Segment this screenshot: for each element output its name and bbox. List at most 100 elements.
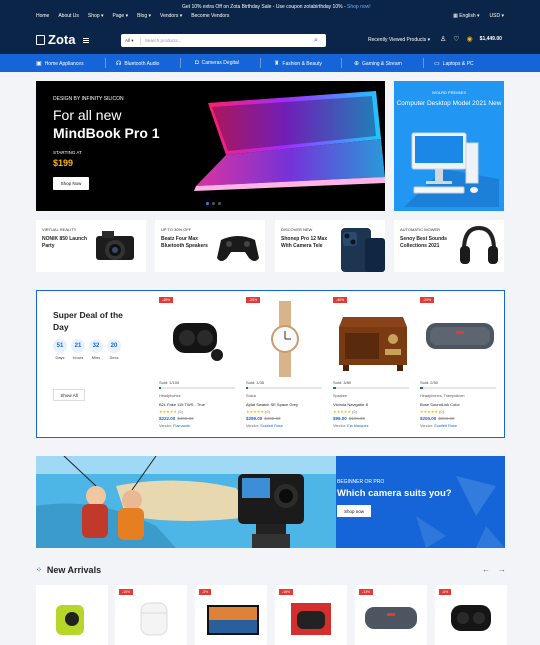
product-card[interactable]: -13%	[355, 585, 427, 645]
deal-product[interactable]: -45% Sold: 1/100 Headphones B2L Fake 115…	[157, 295, 239, 435]
rating-count: (0)	[352, 409, 357, 414]
wishlist-icon[interactable]: ♡	[453, 35, 459, 43]
laptop-icon: ▭	[434, 61, 440, 67]
camera-banner[interactable]: BEGINNER OR PRO Which camera suits you? …	[36, 456, 505, 548]
search-icon[interactable]: ⌕	[314, 37, 326, 45]
nav-page[interactable]: Page ▾	[113, 13, 129, 19]
vendor-link[interactable]: Ela Marquez	[347, 424, 368, 428]
currency-select[interactable]: USD ▾	[490, 13, 504, 19]
category-cameras[interactable]: ◘ Cameras Degital	[195, 60, 239, 66]
deal-product[interactable]: -20% Sold: 2/50 Headphones, Trampolinen …	[418, 295, 500, 435]
promo-link[interactable]: Shop now!	[347, 4, 371, 10]
product-price: $222.00 $400.00	[159, 416, 194, 421]
hero-starting-label: STARTING AT	[53, 150, 82, 155]
vendor-info: Vendor: Scarlett Rose	[246, 424, 283, 428]
logo-text: Zota	[48, 32, 76, 47]
user-icon[interactable]: ♙	[440, 35, 446, 43]
cart-total[interactable]: $1,449.00	[480, 36, 502, 42]
headphones-icon: ☊	[116, 61, 122, 67]
product-card[interactable]: -6%	[435, 585, 507, 645]
hero-slider[interactable]: DESIGN BY INFINITY SILICON For all new M…	[36, 81, 385, 211]
slider-dot[interactable]	[212, 202, 215, 205]
tv-image	[207, 605, 259, 635]
vendor-link[interactable]: Scarlett Rose	[434, 424, 457, 428]
nav-become-vendors[interactable]: Become Vendors	[191, 13, 229, 19]
divider	[341, 58, 342, 68]
sale-price: $222.00	[159, 416, 176, 421]
mini-banner-vr[interactable]: VIRTUAL REALITY NONIK 850 Launch Party	[36, 220, 146, 272]
menu-icon[interactable]	[83, 38, 89, 43]
side-banner[interactable]: WOLRD PREMIES Computer Desktop Model 202…	[394, 81, 504, 211]
grid-icon: ⁘	[36, 567, 42, 574]
camera-banner-shop-button[interactable]: Shop now	[337, 505, 371, 517]
arrow-left-icon[interactable]: ←	[482, 565, 490, 574]
recently-viewed-dropdown[interactable]: Recently Viewed Products ▾	[368, 37, 430, 43]
rating-count: (0)	[439, 409, 444, 414]
sold-count: Sold: 3/80	[333, 380, 352, 385]
category-bar: ▣ Home Appliances ☊ Bluetooth Audio ◘ Camer…	[0, 54, 540, 72]
mini-banner-title: Shonep Pro 12 Max With Camera Tele	[281, 236, 328, 249]
discount-badge: -3%	[199, 589, 212, 595]
deal-product[interactable]: -40% Sold: 3/80 Sparkee Victrola Navigat…	[331, 295, 413, 435]
product-name[interactable]: Bose SoundLink Color	[420, 402, 460, 407]
vendor-link[interactable]: Scarlett Rose	[260, 424, 283, 428]
rating-stars: ★★★★★ (0)	[159, 409, 183, 414]
category-gaming-stream[interactable]: ⊕ Gaming & Stream	[354, 60, 402, 68]
search-category-select[interactable]: All ▾	[121, 36, 141, 45]
nav-shop[interactable]: Shop ▾	[88, 13, 104, 19]
category-home-appliances[interactable]: ▣ Home Appliances	[36, 60, 84, 68]
mini-banner-headphones[interactable]: AUTOMATIC MOWER Senoy Best Sounds Collec…	[394, 220, 504, 272]
product-card[interactable]: -3%	[195, 585, 267, 645]
product-price: $99.00 $165.00	[333, 416, 365, 421]
vendor-label: Vendor:	[159, 424, 173, 428]
search-input[interactable]: Search products...	[141, 38, 314, 43]
product-name[interactable]: B2L Fake 115 TWS - True	[159, 402, 205, 407]
logo[interactable]: Zota	[36, 32, 75, 47]
deal-product[interactable]: -25% Sold: 1/35 Sokra Aplat Swatch SE Sp…	[244, 295, 326, 435]
category-bluetooth-audio[interactable]: ☊ Bluetooth Audio	[116, 60, 159, 68]
mini-banner-title: Senoy Best Sounds Collections 2021	[400, 236, 447, 249]
nav-vendors[interactable]: Vendors ▾	[160, 13, 182, 19]
countdown-hours: 21	[71, 339, 85, 353]
countdown-days-label: Days	[55, 355, 65, 360]
hero-shop-now-button[interactable]: Shop Now	[53, 177, 89, 190]
vendor-label: Vendor:	[420, 424, 434, 428]
arrow-right-icon[interactable]: →	[498, 565, 506, 574]
product-price: $200.00 $250.00	[420, 416, 455, 421]
product-card[interactable]: -16%	[275, 585, 347, 645]
triangle-decoration	[416, 476, 505, 548]
old-price: $400.00	[177, 416, 194, 421]
new-arrivals-title: New Arrivals	[46, 565, 102, 575]
category-laptops-pc[interactable]: ▭ Laptops & PC	[434, 60, 474, 68]
show-all-button[interactable]: Show All	[53, 389, 85, 401]
product-card[interactable]	[36, 585, 108, 645]
nav-about[interactable]: About Us	[58, 13, 79, 19]
sold-progress	[159, 387, 235, 389]
countdown-secs: 20	[107, 339, 121, 353]
mini-banner-speakers[interactable]: UP TO 30% OFF Beatz Four Max Bluetooth S…	[155, 220, 265, 272]
product-name[interactable]: Victrola Navigator 8	[333, 402, 368, 407]
sale-price: $299.00	[246, 416, 263, 421]
promo-banner: Get 10% extra Off on Zota Birthday Sale …	[182, 4, 371, 10]
category-fashion-beauty[interactable]: ♜ Fashion & Beauty	[274, 60, 322, 68]
sold-count: Sold: 1/35	[246, 380, 265, 385]
currency-label: USD	[489, 13, 501, 19]
product-card[interactable]: -10%	[115, 585, 187, 645]
mini-banner-phone[interactable]: DISCOVER NEW Shonep Pro 12 Max With Came…	[275, 220, 385, 272]
nav-home[interactable]: Home	[36, 13, 49, 19]
cart-icon[interactable]: ◉	[467, 35, 473, 43]
nav-blog[interactable]: Blog ▾	[137, 13, 151, 19]
language-label: English	[459, 13, 476, 19]
vendor-link[interactable]: Flamands	[173, 424, 190, 428]
camera-banner-kicker: BEGINNER OR PRO	[337, 479, 385, 485]
sold-count: Sold: 2/50	[420, 380, 439, 385]
gamepad-icon: ⊕	[354, 61, 360, 67]
countdown-mins-label: Mins	[91, 355, 101, 360]
product-name[interactable]: Aplat Swatch SE Space Grey	[246, 402, 298, 407]
language-select[interactable]: ▦ English ▾	[453, 13, 479, 19]
sold-progress	[333, 387, 409, 389]
slider-dot[interactable]	[218, 202, 221, 205]
slider-dot[interactable]	[206, 202, 209, 205]
discount-badge: -6%	[439, 589, 452, 595]
countdown-secs-label: Secs	[109, 355, 119, 360]
